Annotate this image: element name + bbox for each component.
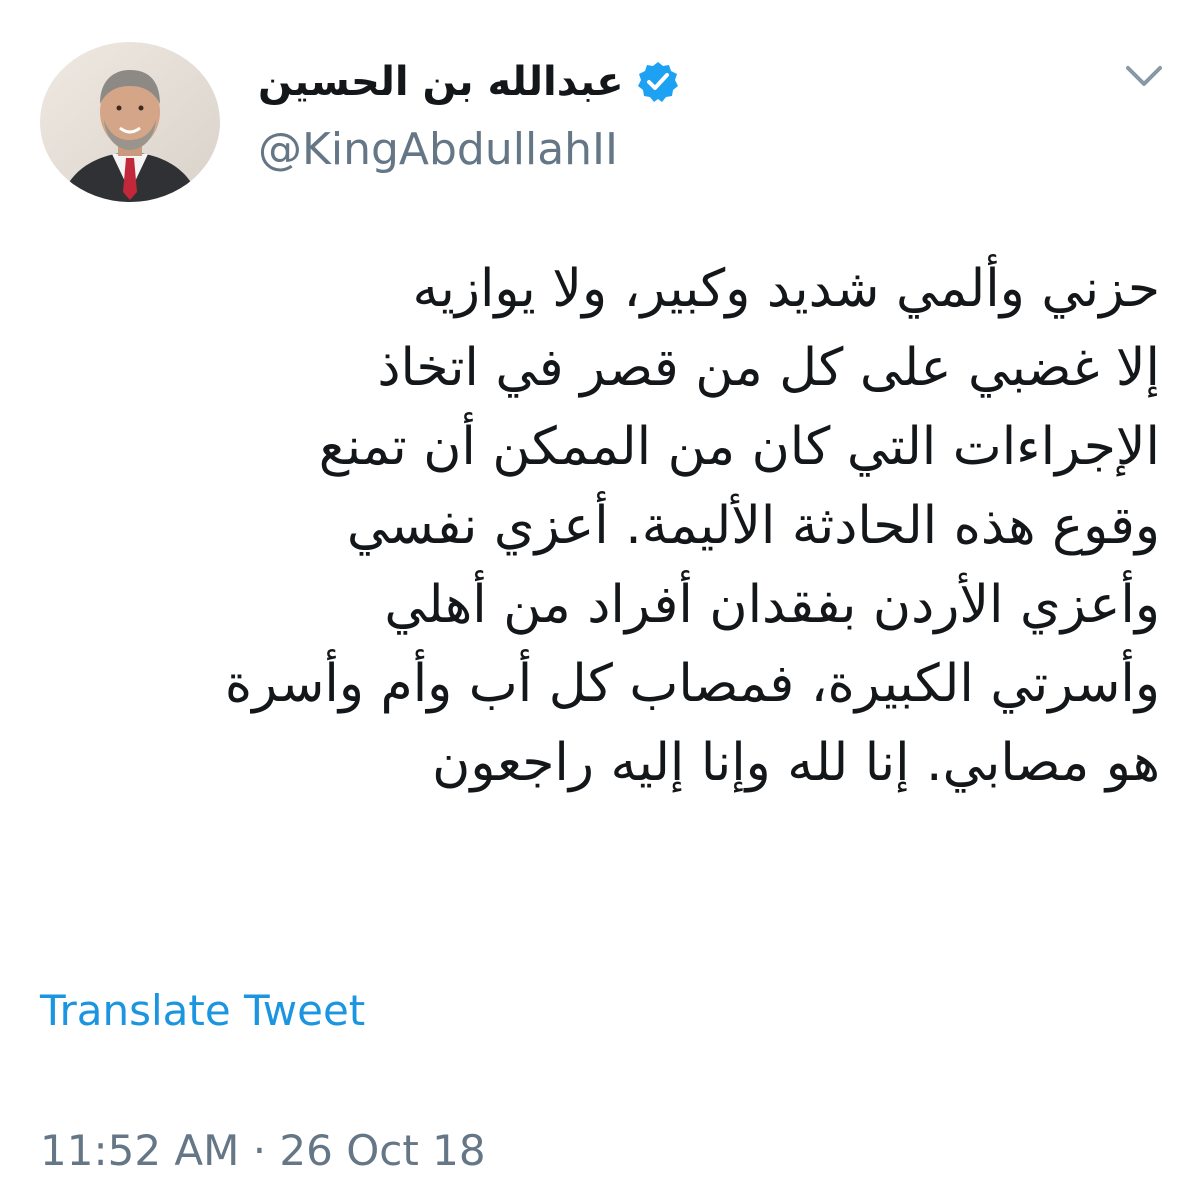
author-handle[interactable]: @KingAbdullahII <box>258 124 618 175</box>
tweet-card: عبدالله بن الحسين @KingAbdullahII حزني و… <box>0 0 1200 1200</box>
tweet-text-line: إلا غضبي على كل من قصر في اتخاذ <box>377 338 1160 398</box>
author-display-name[interactable]: عبدالله بن الحسين <box>258 59 624 105</box>
tweet-text-line: هو مصابي. إنا لله وإنا إليه راجعون <box>432 733 1160 793</box>
translate-tweet-link[interactable]: Translate Tweet <box>40 986 365 1035</box>
avatar-image <box>40 42 220 202</box>
author-name-row: عبدالله بن الحسين <box>258 52 680 112</box>
tweet-text-line: وأسرتي الكبيرة، فمصاب كل أب وأم وأسرة <box>224 654 1160 714</box>
verified-badge-icon <box>637 62 678 102</box>
tweet-text-line: وأعزي الأردن بفقدان أفراد من أهلي <box>384 575 1160 635</box>
tweet-text-line: الإجراءات التي كان من الممكن أن تمنع <box>318 417 1160 477</box>
tweet-timestamp[interactable]: 11:52 AM · 26 Oct 18 <box>40 1126 486 1175</box>
tweet-text-line: وقوع هذه الحادثة الأليمة. أعزي نفسي <box>346 496 1160 556</box>
tweet-text: حزني وألمي شديد وكبير، ولا يوازيه إلا غض… <box>40 250 1160 803</box>
avatar[interactable] <box>40 42 220 202</box>
chevron-down-icon[interactable] <box>1122 58 1166 94</box>
tweet-text-line: حزني وألمي شديد وكبير، ولا يوازيه <box>412 259 1160 319</box>
